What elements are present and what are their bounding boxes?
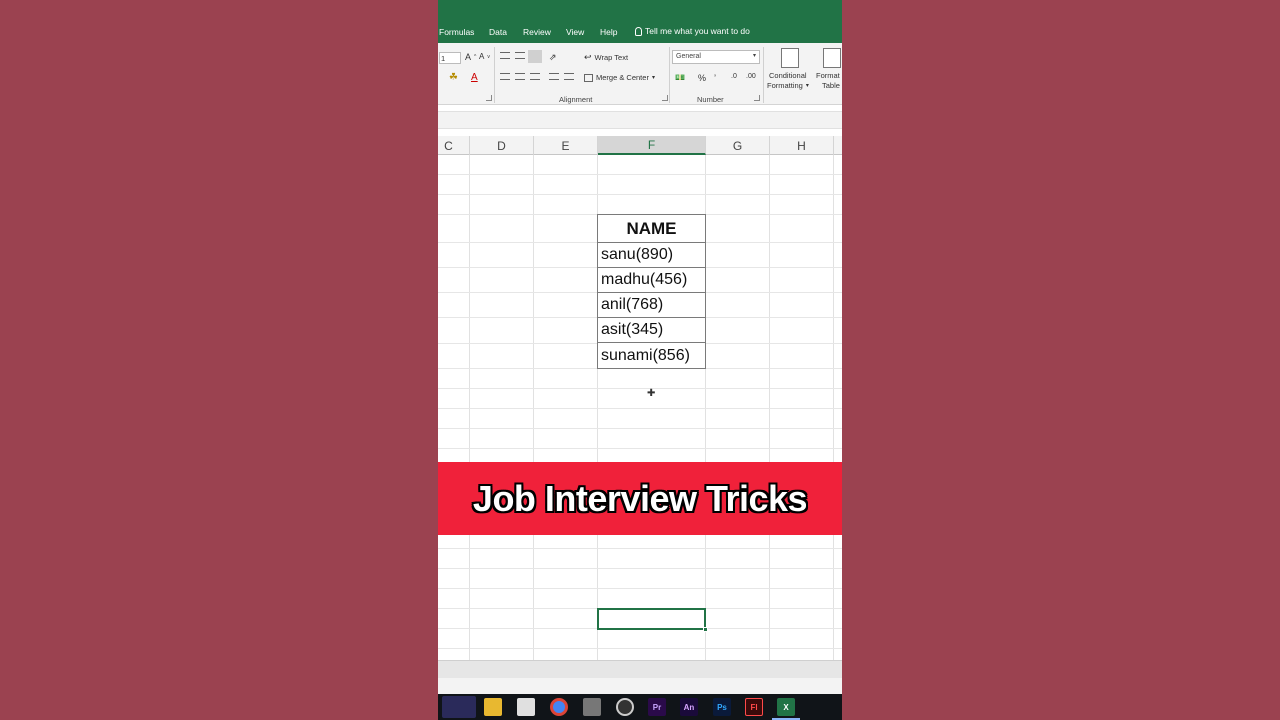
top-align-icon[interactable] — [500, 52, 510, 59]
table-row[interactable]: sanu(890) — [598, 243, 705, 268]
file-explorer-icon[interactable] — [484, 698, 502, 716]
format-as-table-icon — [823, 48, 841, 68]
alignment-group-launcher-icon[interactable] — [662, 95, 668, 101]
ribbon-separator — [669, 47, 670, 103]
increase-decimal-icon[interactable]: .0 — [731, 73, 737, 80]
cell-cursor-icon: ✚ — [647, 388, 656, 399]
table-header-name[interactable]: NAME — [598, 215, 705, 243]
increase-font-icon[interactable]: A ^ — [465, 52, 476, 62]
tab-view[interactable]: View — [566, 27, 584, 37]
sheet-tabs-bar — [438, 660, 842, 678]
column-header-d[interactable]: D — [470, 136, 534, 155]
start-icon[interactable] — [442, 696, 476, 718]
format-table-label-1: Format — [816, 71, 840, 80]
animate-icon[interactable]: An — [680, 698, 698, 716]
increase-indent-icon[interactable] — [564, 73, 574, 80]
table-row[interactable]: sunami(856) — [598, 343, 705, 368]
formula-bar[interactable] — [438, 111, 842, 129]
conditional-formatting-button-line2[interactable]: Formatting ▾ — [767, 81, 809, 90]
wrap-text-label: Wrap Text — [594, 53, 629, 62]
align-left-icon[interactable] — [500, 73, 510, 80]
align-center-icon[interactable] — [515, 73, 525, 80]
background-left — [0, 0, 438, 720]
menu-bar: Formulas Data Review View Help Tell me w… — [438, 0, 842, 43]
column-header-g[interactable]: G — [706, 136, 770, 155]
column-header-f[interactable]: F — [598, 136, 706, 155]
taskbar: Pr An Ps Fl X — [438, 694, 842, 720]
lightbulb-icon — [635, 26, 642, 36]
chevron-down-icon: ▾ — [651, 75, 655, 81]
decrease-indent-icon[interactable] — [549, 73, 559, 80]
recorder-icon[interactable] — [616, 698, 634, 716]
fill-color-icon[interactable]: ☘ — [449, 72, 458, 83]
ribbon-separator — [763, 47, 764, 103]
app-icon[interactable] — [583, 698, 601, 716]
conditional-formatting-icon — [781, 48, 799, 68]
ribbon-separator — [494, 47, 495, 103]
worksheet-grid[interactable]: NAME sanu(890) madhu(456) anil(768) asit… — [438, 155, 842, 660]
status-bar — [438, 678, 842, 694]
format-as-table-button[interactable]: Format — [816, 71, 840, 80]
tab-formulas[interactable]: Formulas — [439, 27, 474, 37]
chevron-down-icon: ▾ — [805, 83, 809, 89]
accounting-format-icon[interactable]: 💵 — [675, 73, 685, 82]
conditional-formatting-button[interactable]: Conditional — [769, 71, 807, 80]
table-row[interactable]: anil(768) — [598, 293, 705, 318]
orientation-icon[interactable]: ⇗ — [549, 52, 557, 63]
active-cell[interactable] — [597, 608, 708, 632]
column-header-c[interactable]: C — [438, 136, 470, 155]
chevron-down-icon: ▾ — [752, 53, 756, 59]
format-as-table-button-line2[interactable]: Table — [822, 81, 840, 90]
decrease-font-icon[interactable]: Av — [479, 52, 490, 61]
column-headers: C D E F G H — [438, 136, 842, 155]
store-icon[interactable] — [517, 698, 535, 716]
banner-text: Job Interview Tricks — [472, 477, 808, 519]
font-group-launcher-icon[interactable] — [486, 95, 492, 101]
conditional-formatting-label-2: Formatting — [767, 81, 803, 90]
merge-icon — [584, 73, 593, 82]
background-right — [842, 0, 1280, 720]
number-format-dropdown[interactable]: General ▾ — [672, 50, 760, 64]
comma-style-button[interactable]: ’ — [714, 73, 716, 83]
tell-me-label: Tell me what you want to do — [645, 26, 750, 36]
table-row[interactable]: asit(345) — [598, 318, 705, 343]
wrap-text-button[interactable]: ↩ Wrap Text — [584, 52, 628, 63]
middle-align-icon[interactable] — [515, 52, 525, 59]
column-header-h[interactable]: H — [770, 136, 834, 155]
tell-me-search[interactable]: Tell me what you want to do — [635, 26, 750, 36]
decrease-decimal-icon[interactable]: .00 — [746, 73, 756, 80]
tab-review[interactable]: Review — [523, 27, 551, 37]
fill-handle[interactable] — [703, 627, 708, 632]
font-size-value: 1 — [441, 53, 446, 63]
chrome-icon[interactable] — [550, 698, 568, 716]
excel-icon[interactable]: X — [777, 698, 795, 716]
flash-icon[interactable]: Fl — [745, 698, 763, 716]
conditional-formatting-label-1: Conditional — [769, 71, 807, 80]
names-table: NAME sanu(890) madhu(456) anil(768) asit… — [597, 214, 706, 369]
tab-help[interactable]: Help — [600, 27, 617, 37]
align-right-icon[interactable] — [530, 73, 540, 80]
alignment-group-label: Alignment — [559, 95, 593, 104]
number-group-label: Number — [697, 95, 724, 104]
number-format-value: General — [676, 53, 701, 60]
photoshop-icon[interactable]: Ps — [713, 698, 731, 716]
percent-style-button[interactable]: % — [698, 73, 706, 83]
ribbon: 1 A ^ Av ☘ A ⇗ ↩ Wrap Text Merge & Center… — [438, 43, 842, 105]
number-group-launcher-icon[interactable] — [754, 95, 760, 101]
wrap-text-icon: ↩ — [584, 52, 592, 62]
column-header-e[interactable]: E — [534, 136, 598, 155]
title-banner: Job Interview Tricks — [438, 462, 842, 535]
excel-window: Formulas Data Review View Help Tell me w… — [438, 0, 842, 720]
merge-center-button[interactable]: Merge & Center ▾ — [584, 73, 655, 82]
bottom-align-icon[interactable] — [528, 50, 542, 63]
tab-data[interactable]: Data — [489, 27, 507, 37]
merge-center-label: Merge & Center — [596, 73, 649, 82]
table-row[interactable]: madhu(456) — [598, 268, 705, 293]
font-color-icon[interactable]: A — [471, 72, 478, 83]
font-size-box[interactable]: 1 — [439, 52, 461, 64]
format-table-label-2: Table — [822, 81, 840, 90]
premiere-icon[interactable]: Pr — [648, 698, 666, 716]
